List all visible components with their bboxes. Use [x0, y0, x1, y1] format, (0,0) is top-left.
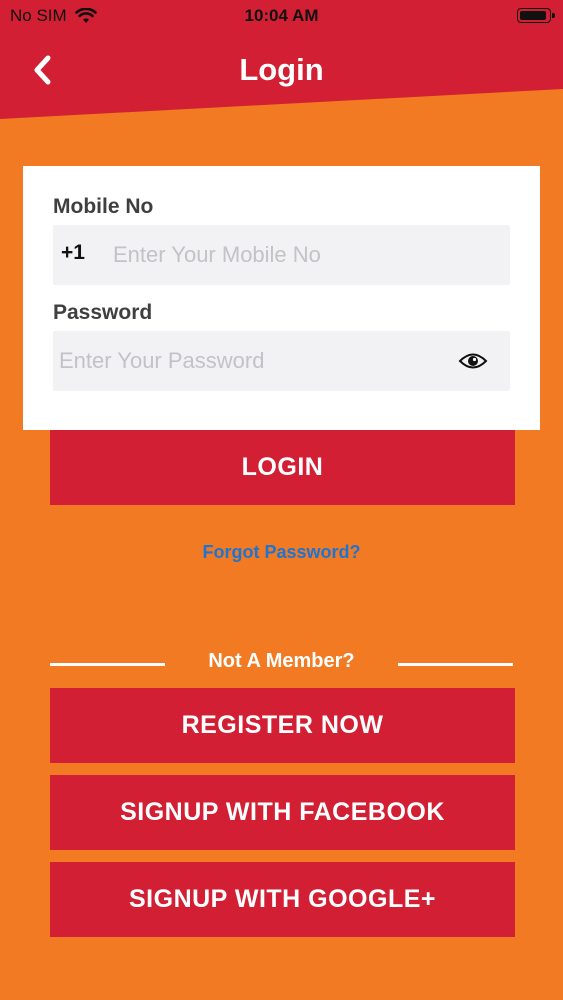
- register-now-button[interactable]: REGISTER NOW: [50, 688, 515, 763]
- password-input[interactable]: [59, 331, 439, 391]
- signup-facebook-button[interactable]: SIGNUP WITH FACEBOOK: [50, 775, 515, 850]
- mobile-label: Mobile No: [53, 195, 154, 218]
- battery-icon: [517, 8, 555, 23]
- not-member-label: Not A Member?: [208, 650, 355, 672]
- signup-google-button[interactable]: SIGNUP WITH GOOGLE+: [50, 862, 515, 937]
- password-label: Password: [53, 301, 153, 324]
- forgot-password-link[interactable]: Forgot Password?: [0, 542, 563, 563]
- eye-icon[interactable]: [458, 349, 488, 373]
- page-title: Login: [239, 52, 324, 87]
- status-bar: No SIM 10:04 AM: [0, 0, 563, 32]
- status-time: 10:04 AM: [244, 6, 319, 25]
- password-field: [53, 331, 510, 391]
- login-form-card: Mobile No +1 Password: [23, 166, 540, 430]
- login-button[interactable]: LOGIN: [50, 430, 515, 505]
- country-code[interactable]: +1: [61, 241, 85, 265]
- mobile-field: +1: [53, 225, 510, 285]
- mobile-input[interactable]: [113, 225, 493, 285]
- battery-fill: [520, 11, 546, 20]
